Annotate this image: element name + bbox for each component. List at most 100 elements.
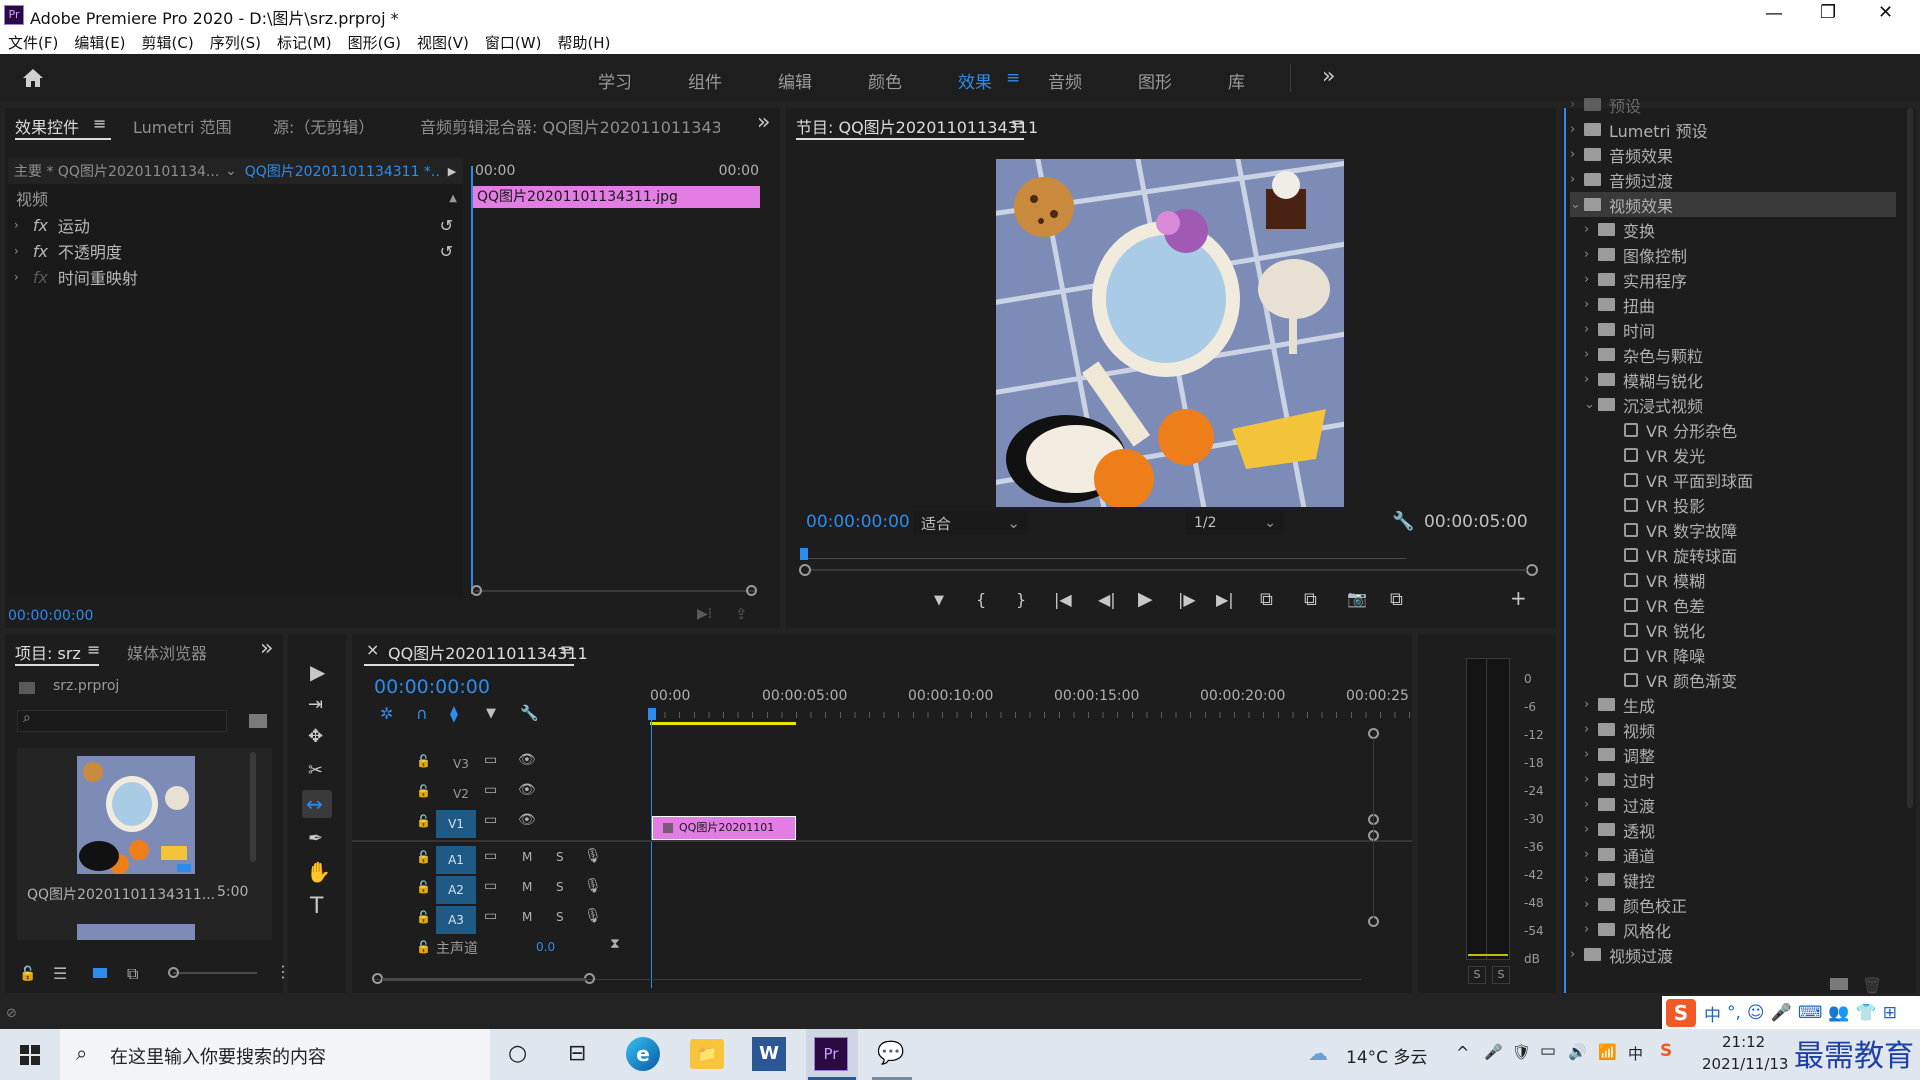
solo-button[interactable]: S [556,910,564,924]
track-label-v3[interactable]: V3 [446,753,476,775]
menu-graphics[interactable]: 图形(G) [348,32,401,53]
lock-icon[interactable]: 🔓 [416,814,431,828]
meter-solo-left[interactable]: S [1468,966,1486,984]
effect-row-motion[interactable]: › fx 运动 ↺ [8,212,463,238]
timeline-timecode[interactable]: 00:00:00:00 [374,676,490,698]
lock-icon[interactable]: 🔓 [416,754,431,768]
icon-view-icon[interactable] [93,968,107,978]
list-view-icon[interactable]: ☰ [53,964,67,983]
taskbar-weather[interactable]: 14°C 多云 [1346,1043,1427,1068]
workspace-learn[interactable]: 学习 [598,68,632,93]
tree-folder-blur-sharpen[interactable]: › 模糊与锐化 [1570,367,1896,392]
ec-zoom-handle-left[interactable] [471,585,482,596]
master-track-value[interactable]: 0.0 [536,940,555,954]
effects-scrollbar[interactable] [1907,108,1913,808]
razor-tool-icon[interactable]: ✂ [308,760,323,781]
tree-folder-obsolete[interactable]: › 过时 [1570,767,1896,792]
selection-tool-icon[interactable]: ▶ [310,660,325,684]
workspace-menu-icon[interactable]: ≡ [1006,68,1020,88]
tree-effect-vr-denoise[interactable]: VR 降噪 [1570,642,1896,667]
workspace-effects[interactable]: 效果 [958,68,992,93]
tree-effect-vr-digital-glitch[interactable]: VR 数字故障 [1570,517,1896,542]
tree-item-lumetri-presets[interactable]: › Lumetri 预设 [1570,117,1896,142]
play-triangle-icon[interactable]: ▶ [448,165,456,178]
track-label-a2[interactable]: A2 [436,876,476,904]
tree-item-video-transitions[interactable]: › 视频过渡 [1570,942,1896,967]
tree-effect-vr-rotate-sphere[interactable]: VR 旋转球面 [1570,542,1896,567]
mute-button[interactable]: M [522,910,532,924]
track-select-tool-icon[interactable]: ⇥ [308,694,323,715]
microphone-icon[interactable]: 🎙 [584,908,602,924]
sync-lock-icon[interactable]: ▭ [484,878,497,894]
scrubber-end-handle[interactable] [1526,564,1538,576]
tree-item-audio-effects[interactable]: › 音频效果 [1570,142,1896,167]
expand-arrow-icon[interactable]: › [14,270,19,284]
effect-row-opacity[interactable]: › fx 不透明度 ↺ [8,238,463,264]
tree-folder-utility[interactable]: › 实用程序 [1570,267,1896,292]
reset-icon[interactable]: ↺ [440,242,453,261]
h-zoom-bar[interactable] [382,978,586,981]
meter-solo-right[interactable]: S [1492,966,1510,984]
taskbar-date[interactable]: 2021/11/13 [1702,1055,1788,1073]
menu-file[interactable]: 文件(F) [8,32,58,53]
tree-effect-vr-glow[interactable]: VR 发光 [1570,442,1896,467]
tab-lumetri-scopes[interactable]: Lumetri 范围 [133,114,232,138]
lock-icon[interactable]: 🔓 [416,850,431,864]
workspace-editing[interactable]: 编辑 [778,68,812,93]
sequence-clip-label[interactable]: QQ图片20201101134311 *... [245,161,440,181]
workspace-graphics[interactable]: 图形 [1138,68,1172,93]
track-label-v2[interactable]: V2 [446,783,476,805]
tree-folder-transition[interactable]: › 过渡 [1570,792,1896,817]
tab-effect-controls-menu[interactable]: ≡ [93,114,106,133]
mute-button[interactable]: M [522,880,532,894]
wechat-app-icon[interactable]: 💬 [874,1039,908,1069]
lock-icon[interactable]: 🔓 [19,966,36,982]
timeline-playhead-head[interactable] [648,708,656,720]
tab-audio-clip-mixer[interactable]: 音频剪辑混合器: QQ图片20201101134311 [420,114,720,138]
ripple-edit-tool-icon[interactable]: ✥ [308,726,323,747]
step-forward-button[interactable]: |▶ [1178,590,1196,609]
expand-arrow-icon[interactable]: › [14,244,19,258]
add-marker-button[interactable]: ▼ [934,593,944,608]
step-back-button[interactable]: ◀| [1098,590,1116,609]
tab-media-browser[interactable]: 媒体浏览器 [127,640,207,664]
tree-effect-vr-color-gradients[interactable]: VR 颜色渐变 [1570,667,1896,692]
ec-clip-bar[interactable]: QQ图片20201101134311.jpg [473,186,760,208]
ime-voice-icon[interactable]: 🎤 [1771,1003,1792,1023]
master-clip-label[interactable]: 主要 * QQ图片20201101134... [14,161,219,181]
timeline-settings-wrench-icon[interactable]: 🔧 [520,704,539,722]
track-label-v1[interactable]: V1 [436,810,476,838]
button-editor-plus-icon[interactable]: + [1510,586,1527,610]
tree-effect-vr-projection[interactable]: VR 投影 [1570,492,1896,517]
effect-row-time-remap[interactable]: › fx 时间重映射 [8,264,463,290]
workspace-more-icon[interactable]: » [1322,64,1335,89]
taskbar-search-box[interactable]: ⌕ 在这里输入你要搜索的内容 [60,1029,490,1080]
timeline-title[interactable]: QQ图片20201101134311 [388,640,588,664]
tree-effect-vr-sharpen[interactable]: VR 锐化 [1570,617,1896,642]
task-view-icon[interactable]: ○ [508,1041,527,1066]
tree-folder-video[interactable]: › 视频 [1570,717,1896,742]
lock-icon[interactable]: 🔓 [416,880,431,894]
fit-dropdown[interactable]: 适合 ⌄ [913,511,1028,535]
lock-icon[interactable]: 🔓 [416,784,431,798]
ime-chinese-mode[interactable]: 中 [1704,1001,1721,1026]
tree-item-presets[interactable]: › 预设 [1570,92,1896,117]
freeform-view-icon[interactable]: ⧉ [127,964,138,984]
tab-project[interactable]: 项目: srz [15,640,81,664]
track-label-a3[interactable]: A3 [436,906,476,934]
add-marker-icon[interactable]: ▼ [486,706,496,721]
tray-battery-icon[interactable]: ▭ [1540,1041,1556,1061]
timeline-menu[interactable]: ≡ [560,640,573,659]
mark-in-button[interactable]: { [976,590,986,609]
ime-keyboard-icon[interactable]: ⌨ [1798,1003,1823,1023]
solo-button[interactable]: S [556,880,564,894]
hand-tool-icon[interactable]: ✋ [306,860,331,884]
go-to-end-icon[interactable]: ⧗ [610,936,620,952]
mute-button[interactable]: M [522,850,532,864]
ec-playhead[interactable] [471,166,473,594]
tree-folder-channel[interactable]: › 通道 [1570,842,1896,867]
premiere-app-icon[interactable]: Pr [814,1037,848,1071]
tree-folder-generate[interactable]: › 生成 [1570,692,1896,717]
pen-tool-icon[interactable]: ✒ [308,828,323,849]
ec-timecode[interactable]: 00:00:00:00 [8,608,93,624]
